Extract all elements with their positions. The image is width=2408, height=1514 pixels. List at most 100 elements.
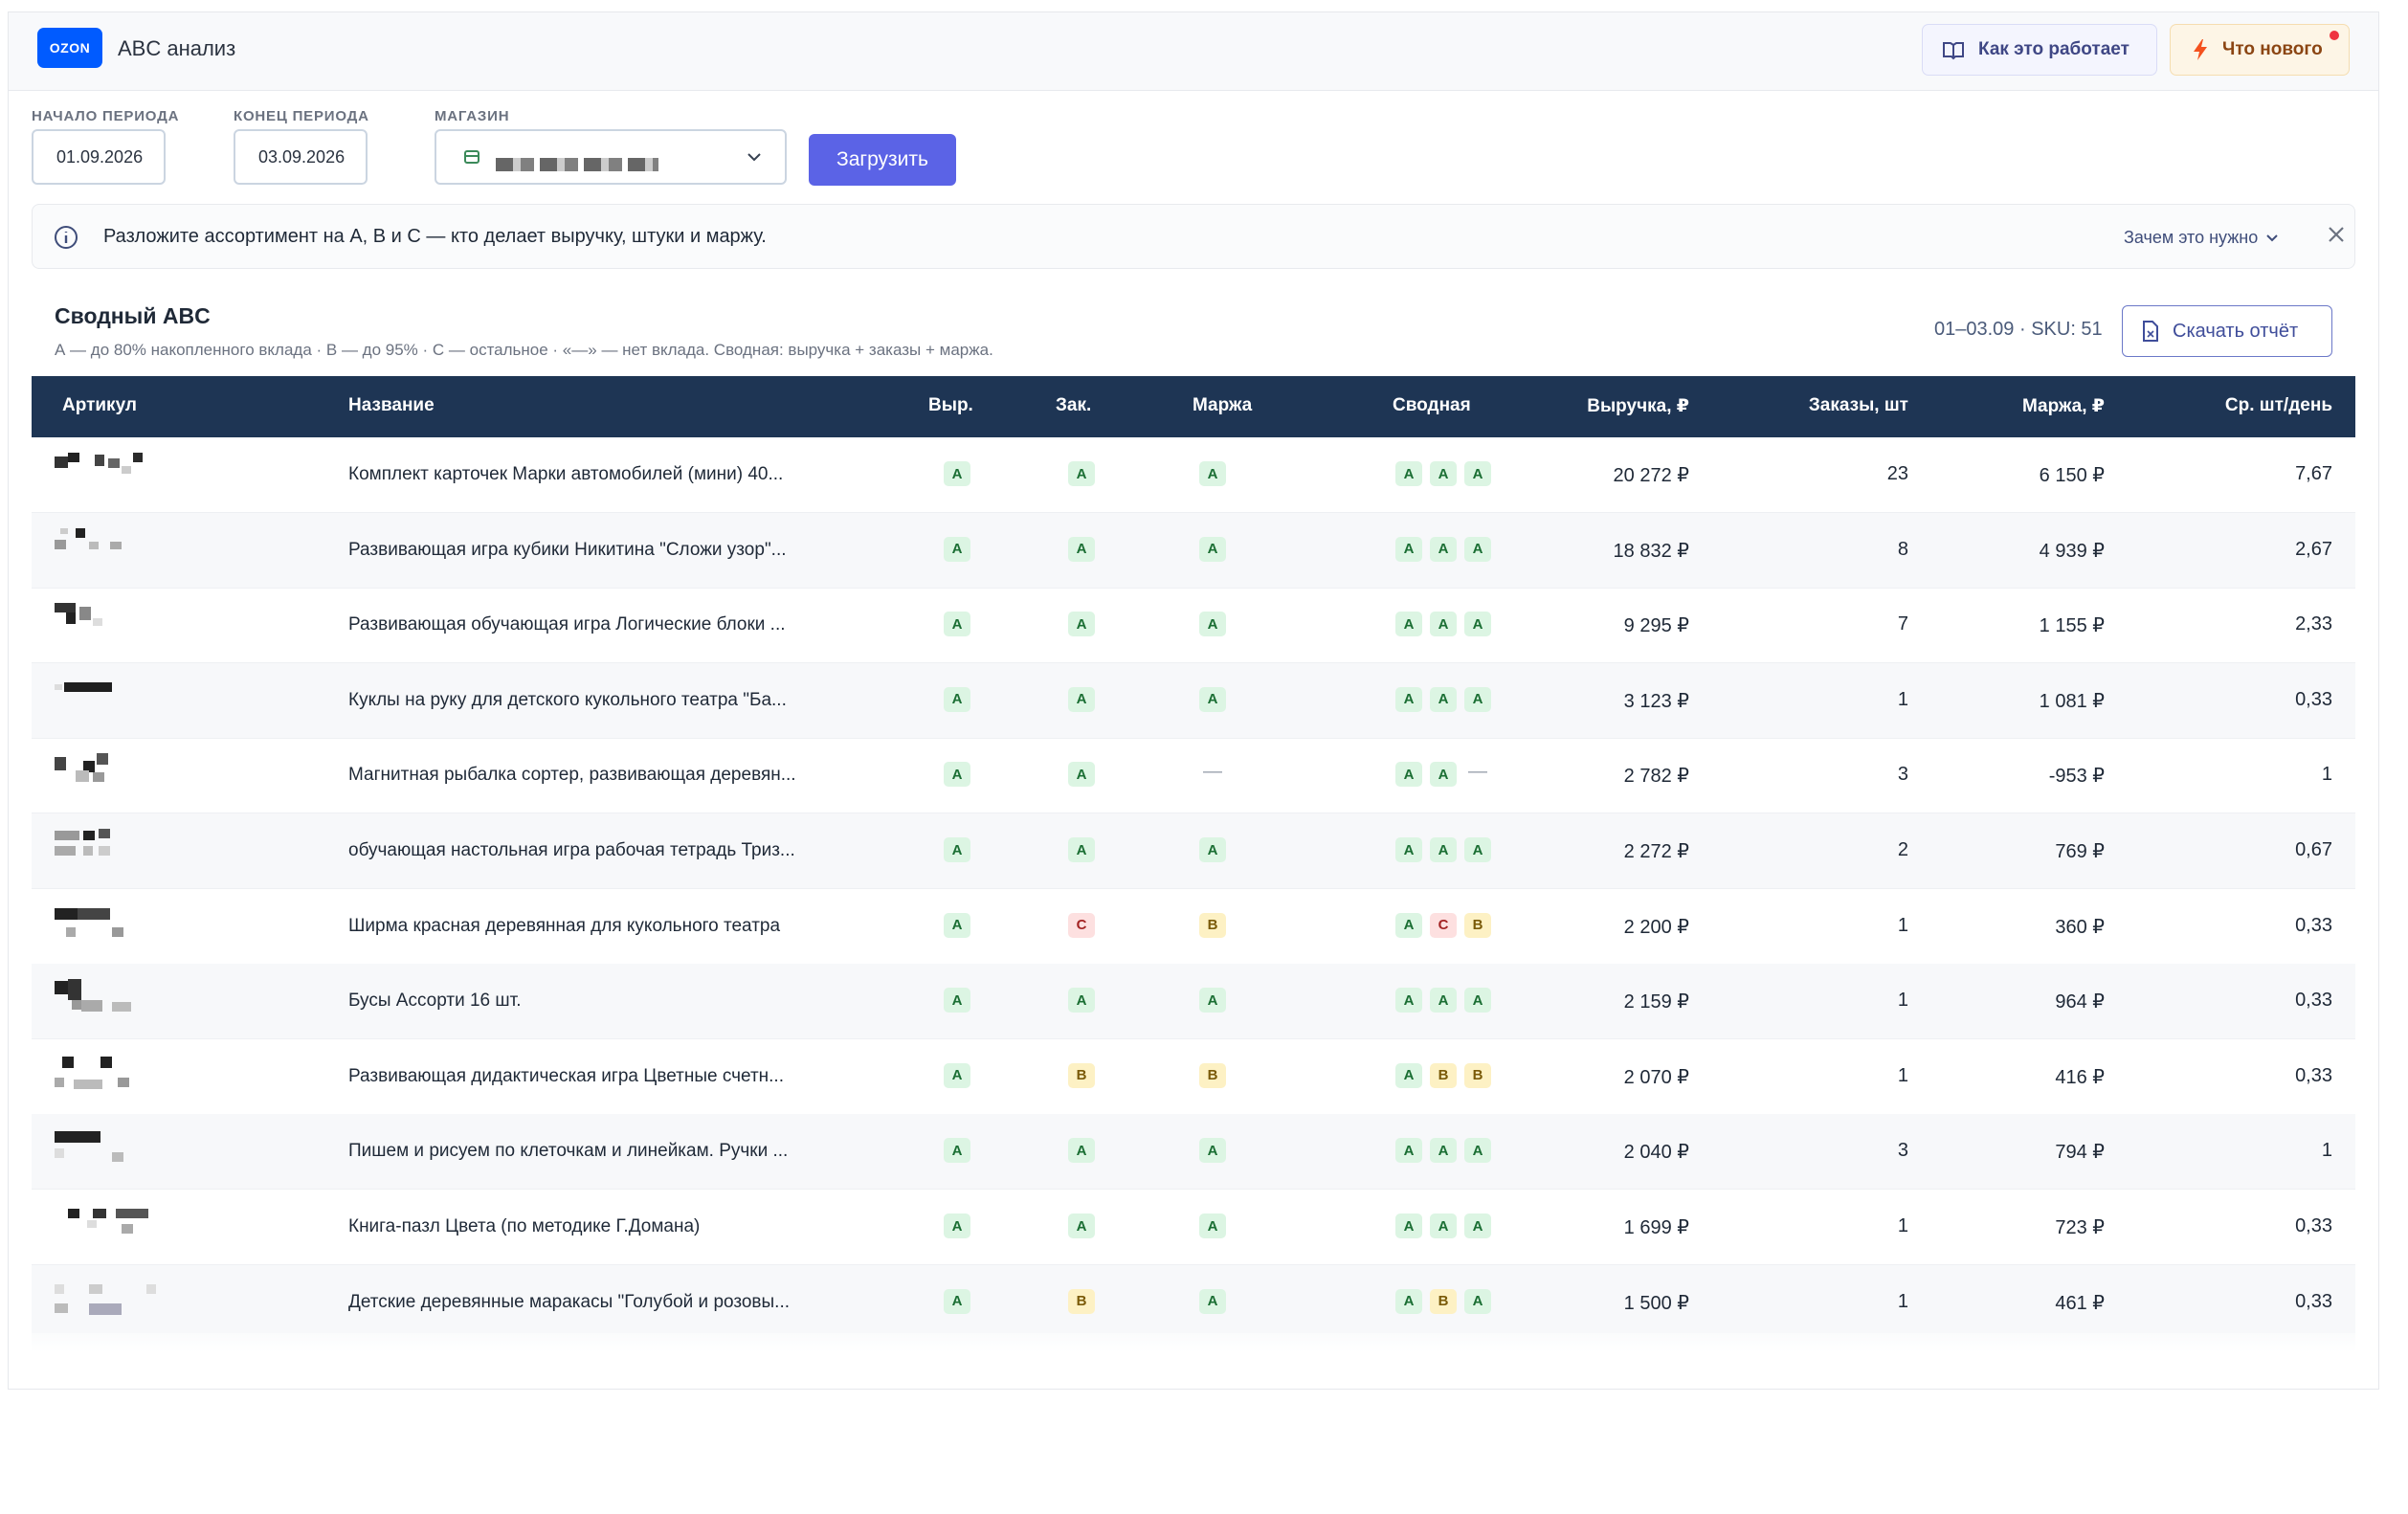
article-redacted xyxy=(55,679,236,726)
article-redacted xyxy=(55,1129,236,1177)
lightning-icon xyxy=(2194,39,2207,60)
table-row[interactable]: Магнитная рыбалка сортер, развивающая де… xyxy=(32,738,2355,814)
summary-margin-badge: A xyxy=(1464,612,1491,637)
download-report-button[interactable]: Скачать отчёт xyxy=(2122,305,2332,357)
margin-rub-cell: 794 ₽ xyxy=(2055,1142,2105,1164)
book-icon xyxy=(1943,42,1964,60)
col-avg-per-day[interactable]: Ср. шт/день xyxy=(2225,395,2332,416)
revenue-class-badge: A xyxy=(944,1062,970,1088)
summary-margin-badge: A xyxy=(1464,686,1491,712)
article-redacted xyxy=(55,753,236,801)
orders-class-badge: A xyxy=(1068,988,1095,1013)
load-button[interactable]: Загрузить xyxy=(809,134,956,186)
orders-class-badge: A xyxy=(1068,686,1095,712)
period-summary: 01–03.09 · SKU: 51 xyxy=(1934,319,2103,340)
article-redacted xyxy=(55,453,236,501)
col-orders[interactable]: Заказы, шт xyxy=(1809,395,1908,416)
product-name: Развивающая игра кубики Никитина "Сложи … xyxy=(348,539,787,560)
table-row[interactable]: Пишем и рисуем по клеточкам и линейкам. … xyxy=(32,1114,2355,1191)
table-row[interactable]: Комплект карточек Марки автомобилей (мин… xyxy=(32,437,2355,513)
col-article[interactable]: Артикул xyxy=(62,395,137,416)
revenue-class-badge: A xyxy=(944,1288,970,1314)
summary-orders-badge: A xyxy=(1430,837,1457,862)
whats-new-button[interactable]: Что нового xyxy=(2170,24,2350,76)
end-label: КОНЕЦ ПЕРИОДА xyxy=(234,108,369,124)
file-icon xyxy=(2143,321,2158,342)
article-redacted xyxy=(55,979,236,1027)
orders-cell: 1 xyxy=(1897,1215,1908,1236)
summary-margin-badge: B xyxy=(1464,1062,1491,1088)
revenue-cell: 20 272 ₽ xyxy=(1613,465,1689,486)
orders-class-badge: C xyxy=(1068,912,1095,938)
revenue-class-badge: A xyxy=(944,686,970,712)
start-date-input[interactable]: 01.09.2026 xyxy=(32,129,166,185)
summary-orders-badge: A xyxy=(1430,536,1457,562)
avg-per-day-cell: 2,33 xyxy=(2295,613,2332,635)
end-date-input[interactable]: 03.09.2026 xyxy=(234,129,368,185)
table-row[interactable]: Детские деревянные маракасы "Голубой и р… xyxy=(32,1264,2355,1341)
col-rev-class[interactable]: Выр. xyxy=(928,395,973,416)
close-icon[interactable] xyxy=(2322,220,2351,249)
table-row[interactable]: Куклы на руку для детского кукольного те… xyxy=(32,662,2355,739)
download-label: Скачать отчёт xyxy=(2173,320,2299,342)
col-name[interactable]: Название xyxy=(348,395,435,416)
orders-cell: 1 xyxy=(1897,1064,1908,1086)
col-orders-class[interactable]: Зак. xyxy=(1056,395,1091,416)
table-row[interactable]: Развивающая дидактическая игра Цветные с… xyxy=(32,1039,2355,1115)
info-text: Разложите ассортимент на А, В и С — кто … xyxy=(103,226,767,247)
article-redacted xyxy=(55,904,236,952)
product-name: обучающая настольная игра рабочая тетрад… xyxy=(348,840,795,860)
whats-new-label: Что нового xyxy=(2222,39,2323,59)
summary-margin-badge: A xyxy=(1464,1288,1491,1314)
store-label: МАГАЗИН xyxy=(435,108,510,124)
summary-orders-badge: A xyxy=(1430,1213,1457,1238)
margin-class-badge: B xyxy=(1199,912,1226,938)
margin-class-badge: B xyxy=(1199,1062,1226,1088)
table-row[interactable]: Книга-пазл Цвета (по методике Г.Домана) A… xyxy=(32,1190,2355,1265)
orders-class-badge: A xyxy=(1068,612,1095,637)
summary-margin-badge: A xyxy=(1464,461,1491,486)
summary-orders-badge: A xyxy=(1430,612,1457,637)
margin-class-badge: A xyxy=(1199,536,1226,562)
table-row[interactable]: Развивающая игра кубики Никитина "Сложи … xyxy=(32,512,2355,589)
revenue-class-badge: A xyxy=(944,837,970,862)
summary-revenue-badge: A xyxy=(1395,988,1422,1013)
section-title: Сводный ABC xyxy=(55,303,211,328)
revenue-cell: 2 070 ₽ xyxy=(1623,1066,1689,1088)
col-margin-rub[interactable]: Маржа, ₽ xyxy=(2022,395,2105,417)
product-name: Магнитная рыбалка сортер, развивающая де… xyxy=(348,765,796,786)
store-select[interactable] xyxy=(435,129,787,185)
summary-margin-badge: A xyxy=(1464,536,1491,562)
product-name: Пишем и рисуем по клеточкам и линейкам. … xyxy=(348,1141,789,1162)
col-revenue[interactable]: Выручка, ₽ xyxy=(1587,395,1689,417)
product-name: Ширма красная деревянная для кукольного … xyxy=(348,915,781,936)
notification-dot xyxy=(2330,31,2339,40)
avg-per-day-cell: 7,67 xyxy=(2295,463,2332,484)
table-row[interactable]: Развивающая обучающая игра Логические бл… xyxy=(32,588,2355,664)
avg-per-day-cell: 0,33 xyxy=(2295,990,2332,1012)
revenue-cell: 1 500 ₽ xyxy=(1623,1292,1689,1314)
orders-class-badge: A xyxy=(1068,837,1095,862)
col-summary-class[interactable]: Сводная xyxy=(1393,395,1471,416)
margin-class-badge: A xyxy=(1199,686,1226,712)
margin-class-badge: A xyxy=(1199,988,1226,1013)
why-toggle[interactable]: Зачем это нужно xyxy=(2124,228,2279,248)
product-name: Детские деревянные маракасы "Голубой и р… xyxy=(348,1291,791,1312)
orders-cell: 23 xyxy=(1886,463,1908,484)
summary-revenue-badge: A xyxy=(1395,686,1422,712)
avg-per-day-cell: 0,33 xyxy=(2295,688,2332,710)
orders-class-badge: A xyxy=(1068,461,1095,486)
orders-class-badge: A xyxy=(1068,536,1095,562)
orders-cell: 1 xyxy=(1897,688,1908,710)
table-row[interactable]: Ширма красная деревянная для кукольного … xyxy=(32,889,2355,965)
col-margin-class[interactable]: Маржа xyxy=(1193,395,1252,416)
avg-per-day-cell: 1 xyxy=(2321,764,2332,786)
article-redacted xyxy=(55,527,236,576)
margin-rub-cell: 723 ₽ xyxy=(2055,1217,2105,1238)
table-row[interactable]: обучающая настольная игра рабочая тетрад… xyxy=(32,813,2355,889)
how-it-works-button[interactable]: Как это работает xyxy=(1922,24,2157,76)
margin-rub-cell: 1 081 ₽ xyxy=(2039,690,2105,712)
table-row[interactable]: Бусы Ассорти 16 шт. A A A A A A 2 159 ₽1 964 ₽0,… xyxy=(32,964,2355,1040)
avg-per-day-cell: 0,33 xyxy=(2295,1290,2332,1312)
summary-margin-badge: A xyxy=(1464,988,1491,1013)
